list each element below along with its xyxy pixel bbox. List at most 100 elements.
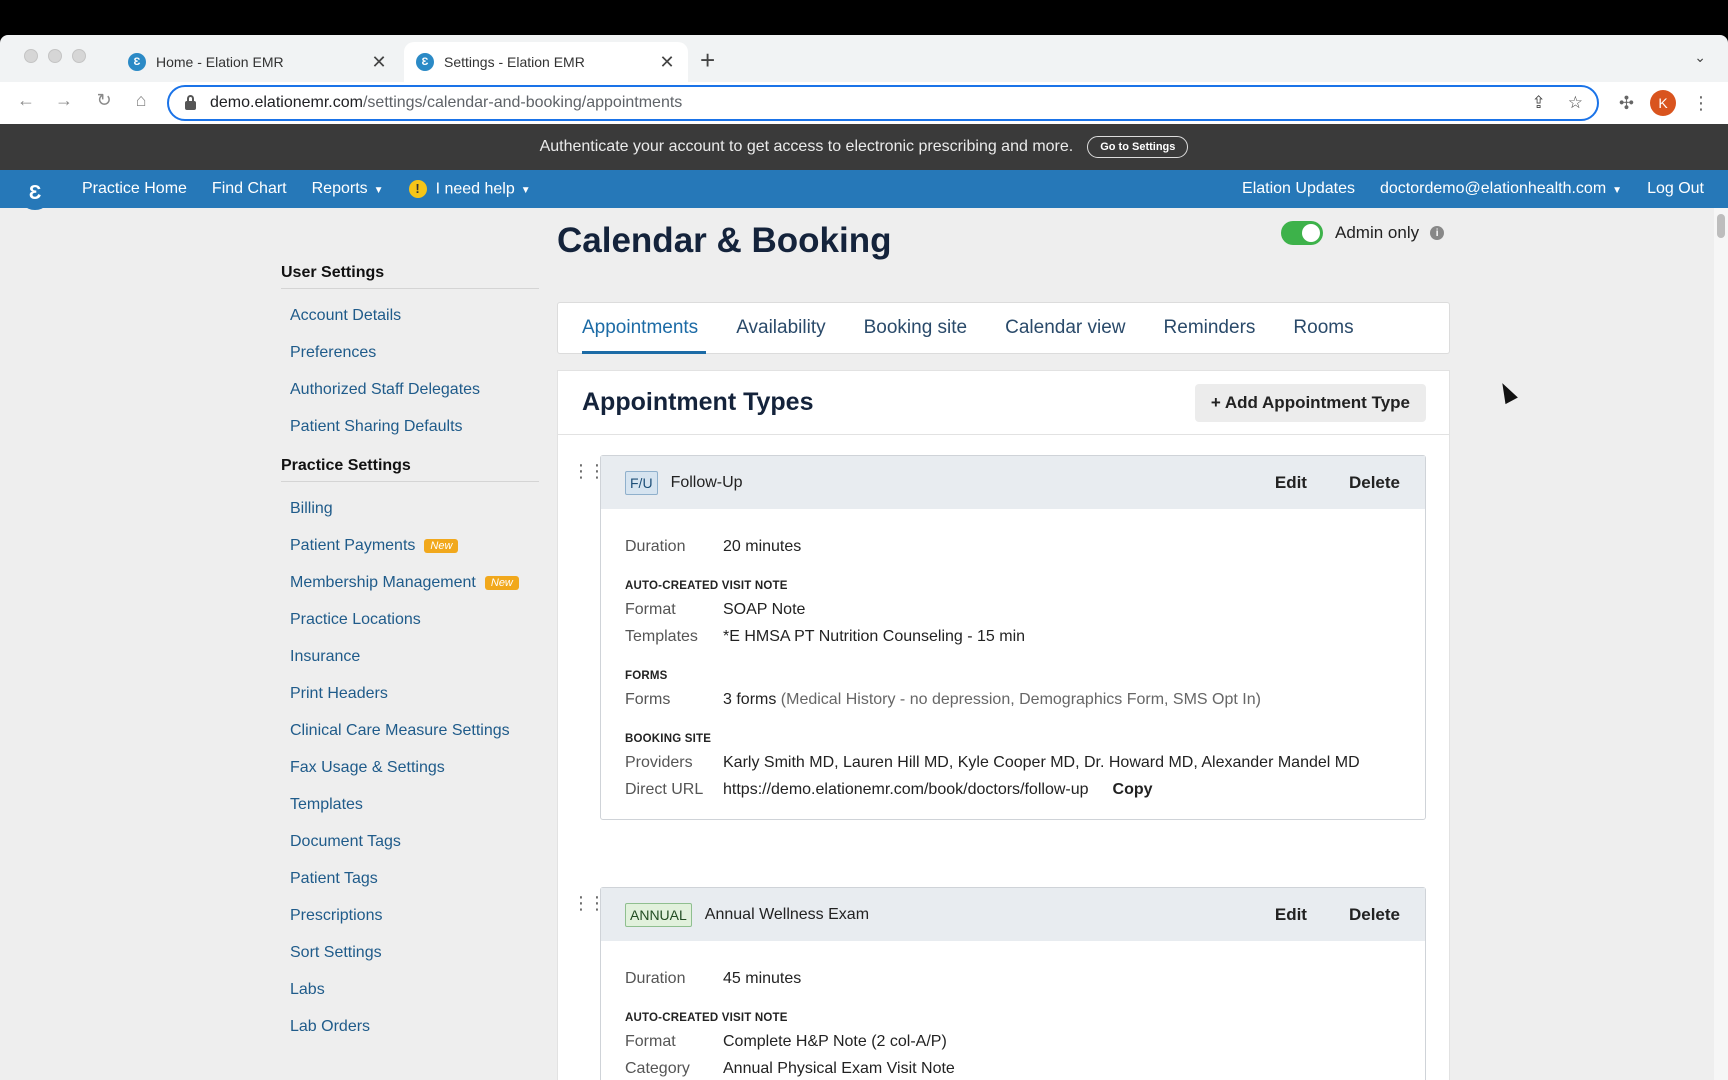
profile-avatar[interactable]: K	[1650, 90, 1676, 116]
appointment-name: Follow-Up	[670, 473, 743, 491]
minimize-window-button[interactable]	[48, 49, 62, 63]
user-email: doctordemo@elationhealth.com	[1380, 180, 1607, 197]
nav-user-menu[interactable]: doctordemo@elationhealth.com ▼	[1380, 180, 1622, 198]
new-badge: New	[484, 575, 519, 590]
settings-tabs: Appointments Availability Booking site C…	[557, 302, 1450, 354]
tab-appointments[interactable]: Appointments	[582, 302, 707, 354]
toggle-switch[interactable]	[1281, 221, 1323, 245]
edit-button[interactable]: Edit	[1275, 905, 1307, 925]
format-row: Format Complete H&P Note (2 col-A/P)	[625, 1028, 1401, 1055]
maximize-window-button[interactable]	[72, 49, 86, 63]
direct-url-value[interactable]: https://demo.elationemr.com/book/doctors…	[723, 776, 1089, 803]
duration-label: Duration	[625, 970, 686, 987]
tab-title: Home - Elation EMR	[156, 54, 284, 70]
share-icon[interactable]: ⇪	[1532, 93, 1546, 113]
scroll-thumb[interactable]	[1717, 214, 1725, 238]
page-scrollbar[interactable]	[1714, 208, 1728, 1080]
templates-row: Templates *E HMSA PT Nutrition Counseling…	[625, 623, 1401, 650]
browser-toolbar: ← → ↻ ⌂ demo.elationemr.com/settings/cal…	[0, 82, 1728, 124]
admin-only-toggle[interactable]: Admin only i	[1281, 221, 1445, 245]
elation-logo-icon[interactable]: Ɛ	[18, 176, 52, 210]
browser-menu-icon[interactable]: ⋮	[1692, 93, 1710, 114]
sidebar-item-membership-management[interactable]: Membership Management New	[281, 564, 539, 601]
settings-sidebar: User Settings Account Details Preference…	[281, 264, 539, 1045]
delete-button[interactable]: Delete	[1349, 473, 1400, 493]
lock-icon[interactable]	[185, 94, 196, 110]
nav-elation-updates[interactable]: Elation Updates	[1242, 180, 1355, 198]
caret-down-icon: ▼	[520, 185, 531, 197]
nav-practice-home[interactable]: Practice Home	[82, 180, 187, 198]
format-label: Format	[625, 1033, 676, 1050]
duration-row: Duration 45 minutes	[625, 965, 1401, 992]
delete-button[interactable]: Delete	[1349, 905, 1400, 925]
sidebar-item-label: Patient Payments	[290, 536, 416, 554]
sidebar-item-lab-orders[interactable]: Lab Orders	[281, 1008, 539, 1045]
sidebar-item-print-headers[interactable]: Print Headers	[281, 675, 539, 712]
forms-label: Forms	[625, 691, 671, 708]
sidebar-item-authorized-staff-delegates[interactable]: Authorized Staff Delegates	[281, 371, 539, 408]
appointment-type-card: F/U Follow-Up Edit Delete Duration 20 min…	[600, 455, 1426, 820]
duration-value: 20 minutes	[723, 538, 802, 555]
sidebar-item-patient-payments[interactable]: Patient Payments New	[281, 527, 539, 564]
close-window-button[interactable]	[24, 49, 38, 63]
new-tab-button[interactable]: +	[700, 47, 715, 73]
tab-availability[interactable]: Availability	[736, 302, 825, 354]
copy-url-button[interactable]: Copy	[1113, 776, 1153, 803]
close-tab-icon[interactable]: ✕	[370, 52, 388, 73]
nav-reports[interactable]: Reports ▼	[312, 180, 384, 198]
card-header: F/U Follow-Up Edit Delete	[601, 456, 1425, 509]
home-icon[interactable]: ⌂	[129, 90, 153, 111]
add-appointment-type-button[interactable]: + Add Appointment Type	[1194, 383, 1426, 422]
warning-icon: !	[408, 179, 427, 198]
tab-calendar-view[interactable]: Calendar view	[1005, 302, 1125, 354]
browser-tab-home[interactable]: Ɛ Home - Elation EMR ✕	[116, 42, 400, 82]
sidebar-item-clinical-care-measure-settings[interactable]: Clinical Care Measure Settings	[281, 712, 539, 749]
reload-icon[interactable]: ↻	[92, 90, 116, 111]
edit-button[interactable]: Edit	[1275, 473, 1307, 493]
tab-rooms[interactable]: Rooms	[1293, 302, 1353, 354]
drag-handle-icon[interactable]: ⋮⋮	[572, 462, 606, 480]
appointment-name: Annual Wellness Exam	[704, 905, 870, 923]
appointment-type-card: ANNUAL Annual Wellness Exam Edit Delete …	[600, 887, 1426, 1080]
sidebar-item-sort-settings[interactable]: Sort Settings	[281, 934, 539, 971]
info-icon[interactable]: i	[1430, 226, 1445, 240]
extensions-puzzle-icon[interactable]: ✣	[1619, 93, 1634, 114]
sidebar-item-patient-tags[interactable]: Patient Tags	[281, 860, 539, 897]
elation-favicon-icon: Ɛ	[416, 53, 434, 71]
bookmark-star-icon[interactable]: ☆	[1568, 93, 1583, 113]
sidebar-item-practice-locations[interactable]: Practice Locations	[281, 601, 539, 638]
window-controls	[24, 49, 86, 63]
close-tab-icon[interactable]: ✕	[658, 52, 676, 73]
tab-booking-site[interactable]: Booking site	[864, 302, 968, 354]
tab-search-chevron-icon[interactable]: ⌄	[1694, 49, 1706, 66]
practice-settings-heading: Practice Settings	[281, 457, 539, 482]
sidebar-item-patient-sharing-defaults[interactable]: Patient Sharing Defaults	[281, 408, 539, 445]
browser-tab-settings[interactable]: Ɛ Settings - Elation EMR ✕	[404, 42, 688, 82]
sidebar-item-label: Membership Management	[290, 573, 476, 591]
forms-value: 3 forms (Medical History - no depression…	[723, 686, 1261, 713]
nav-log-out[interactable]: Log Out	[1647, 180, 1704, 198]
sidebar-item-labs[interactable]: Labs	[281, 971, 539, 1008]
card-body: Duration 45 minutes AUTO-CREATED VISIT NO…	[601, 941, 1425, 1080]
tab-reminders[interactable]: Reminders	[1164, 302, 1256, 354]
nav-help[interactable]: ! I need help ▼	[408, 179, 531, 199]
sidebar-item-document-tags[interactable]: Document Tags	[281, 823, 539, 860]
sidebar-item-billing[interactable]: Billing	[281, 490, 539, 527]
forward-arrow-icon[interactable]: →	[52, 90, 76, 111]
mouse-cursor-icon	[1496, 379, 1518, 405]
sidebar-item-preferences[interactable]: Preferences	[281, 334, 539, 371]
drag-handle-icon[interactable]: ⋮⋮	[572, 894, 606, 912]
go-to-settings-button[interactable]: Go to Settings	[1087, 136, 1189, 158]
sidebar-item-prescriptions[interactable]: Prescriptions	[281, 897, 539, 934]
sidebar-item-account-details[interactable]: Account Details	[281, 297, 539, 334]
screen-top-bar	[0, 0, 1728, 35]
appointment-types-title: Appointment Types	[582, 388, 814, 416]
sidebar-item-fax-usage-settings[interactable]: Fax Usage & Settings	[281, 749, 539, 786]
address-bar[interactable]: demo.elationemr.com/settings/calendar-an…	[167, 85, 1599, 121]
back-arrow-icon[interactable]: ←	[14, 90, 38, 111]
browser-chrome: Ɛ Home - Elation EMR ✕ Ɛ Settings - Elat…	[0, 35, 1728, 124]
sidebar-item-templates[interactable]: Templates	[281, 786, 539, 823]
sidebar-item-insurance[interactable]: Insurance	[281, 638, 539, 675]
category-value: Annual Physical Exam Visit Note	[723, 1060, 955, 1077]
nav-find-chart[interactable]: Find Chart	[212, 180, 287, 198]
